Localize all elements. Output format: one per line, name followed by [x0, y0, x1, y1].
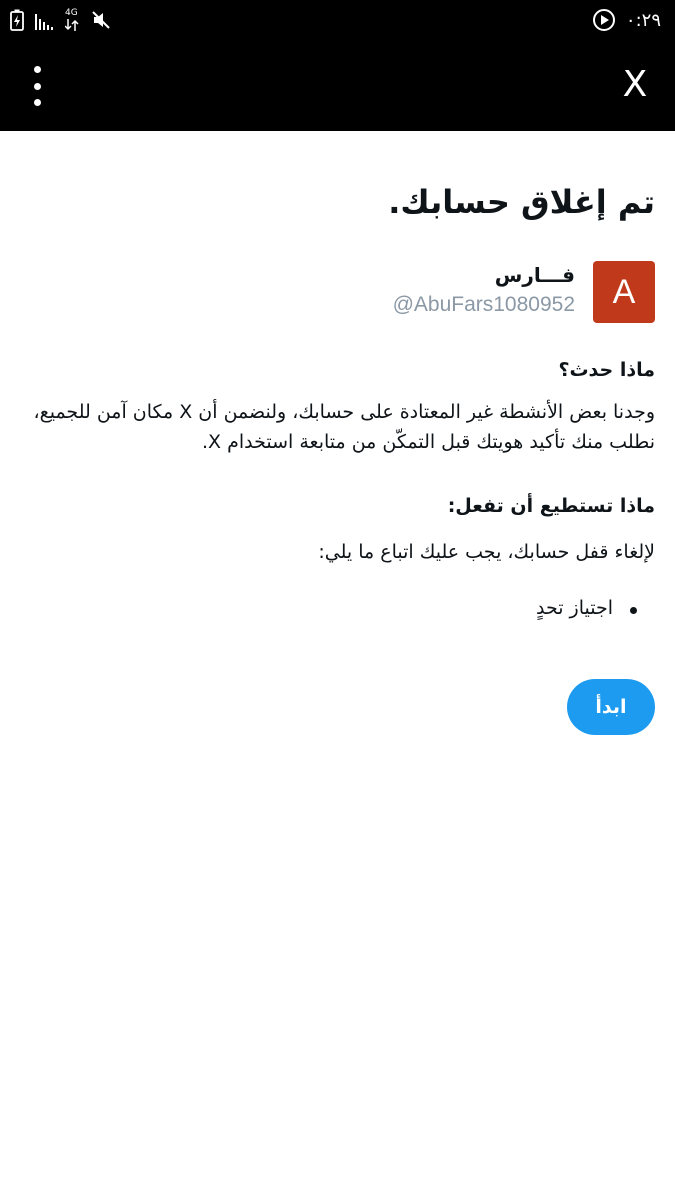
status-icons-right: ٠:٢٩: [592, 8, 661, 32]
what-to-do-text: لإلغاء قفل حسابك، يجب عليك اتباع ما يلي:: [318, 541, 655, 563]
close-button[interactable]: X: [615, 62, 655, 108]
list-item: اجتياز تحدٍ: [20, 597, 637, 619]
bullet-icon: [630, 607, 637, 614]
account-handle: @AbuFars1080952: [392, 293, 575, 316]
what-to-do-heading: ماذا تستطيع أن تفعل:: [447, 495, 655, 517]
status-icons-left: 4G: [10, 8, 112, 32]
main-content: تم إغلاق حسابك. A فـــارس @AbuFars108095…: [0, 131, 675, 735]
more-options-icon-dot: [33, 82, 41, 90]
more-options-button[interactable]: [20, 66, 54, 106]
battery-charging-icon: [10, 9, 24, 31]
screen-record-icon: [592, 9, 615, 31]
app-header: X: [0, 40, 675, 131]
avatar: A: [593, 261, 655, 323]
page-title: تم إغلاق حسابك.: [388, 183, 655, 221]
network-type-label: 4G: [65, 8, 78, 18]
signal-strength-icon: [35, 14, 53, 30]
mute-icon: [92, 11, 110, 29]
more-options-icon-dot: [33, 99, 41, 106]
what-happened-heading: ماذا حدث؟: [558, 359, 655, 381]
step-label: اجتياز تحدٍ: [535, 597, 613, 619]
what-happened-text: وجدنا بعض الأنشطة غير المعتادة على حسابك…: [33, 401, 655, 453]
account-display-name: فـــارس: [494, 263, 575, 287]
clock-time: ٠:٢٩: [625, 9, 661, 31]
network-type-icon: 4G: [64, 8, 80, 32]
start-button[interactable]: ابدأ: [567, 679, 655, 735]
steps-list: اجتياز تحدٍ: [20, 597, 655, 619]
more-options-icon-dot: [33, 66, 41, 73]
account-info: A فـــارس @AbuFars1080952: [20, 261, 655, 331]
status-bar: 4G ٠:٢٩: [0, 0, 675, 40]
